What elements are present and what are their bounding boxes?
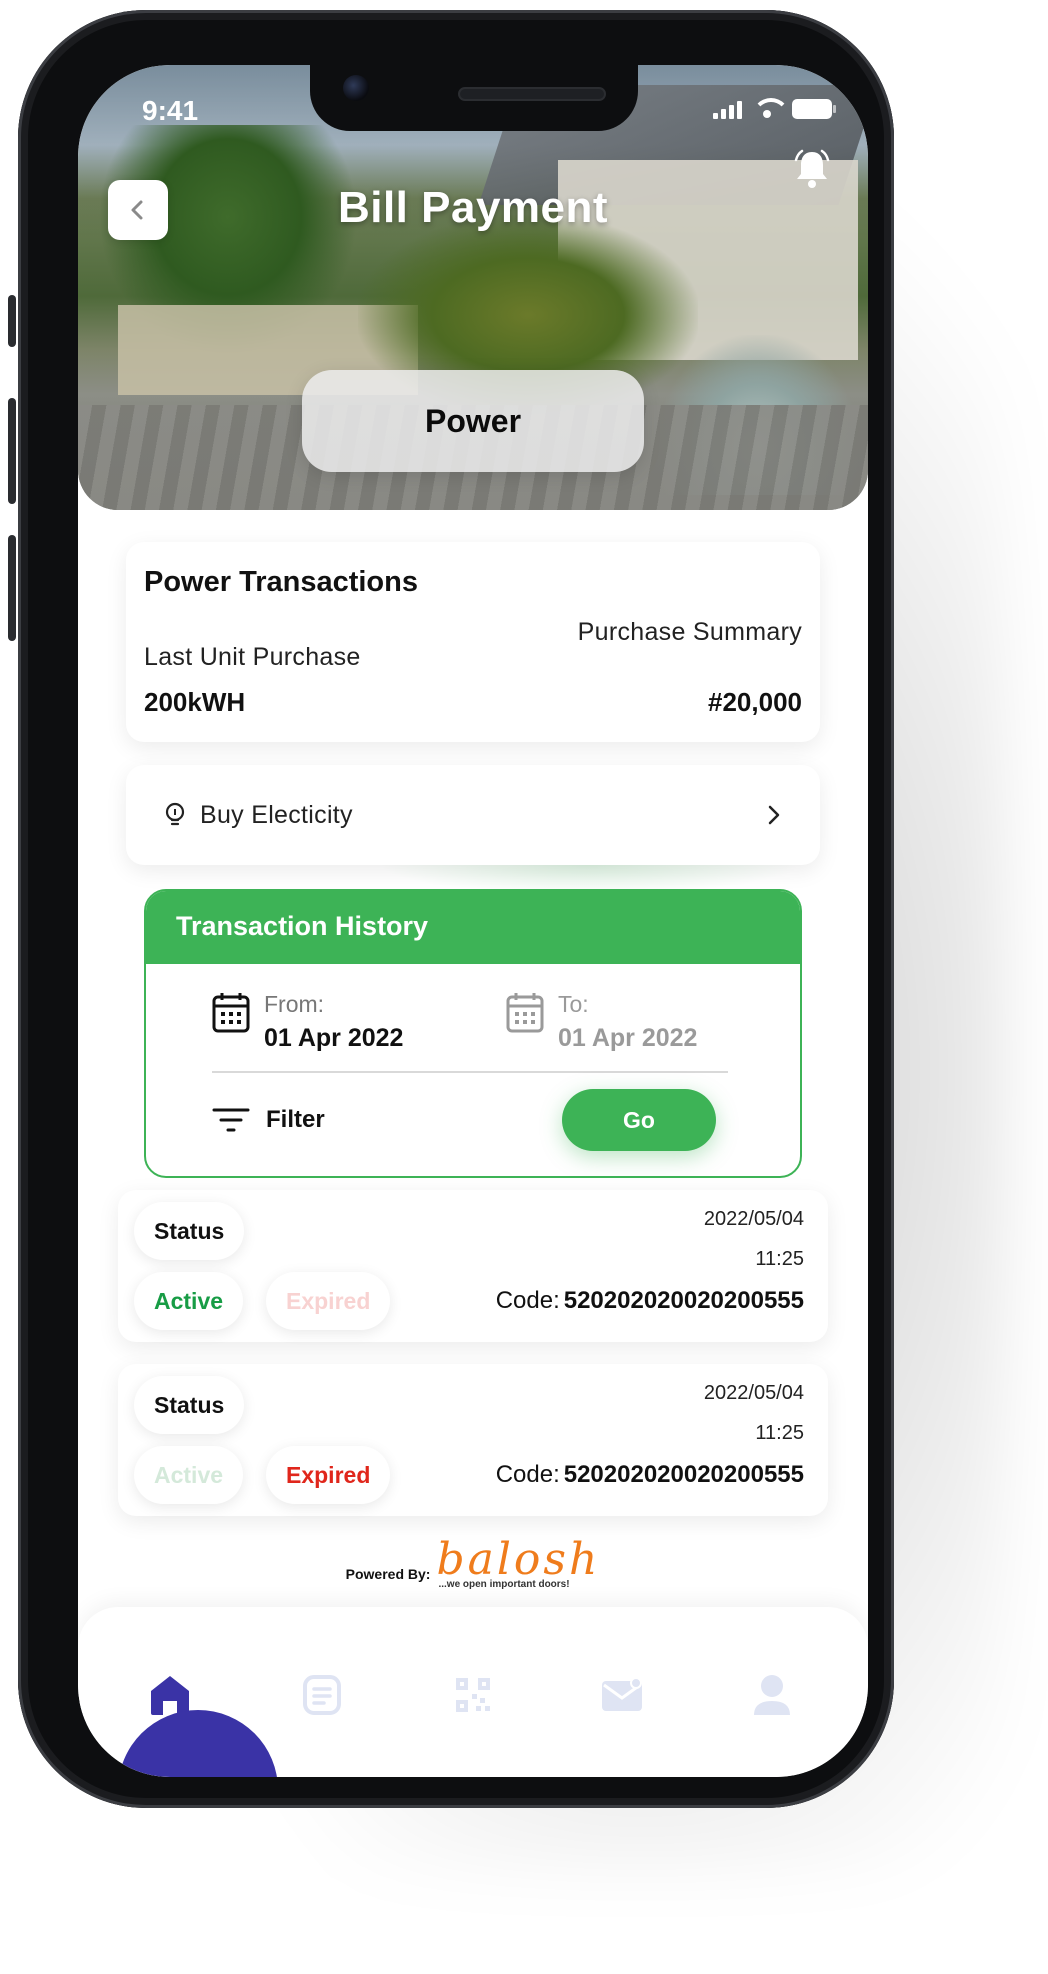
wifi-icon <box>752 98 790 120</box>
purchase-summary-label: Purchase Summary <box>577 618 802 646</box>
to-value: 01 Apr 2022 <box>558 1024 698 1052</box>
balosh-logo: balosh ...we open important doors! <box>436 1534 601 1591</box>
transaction-date: 2022/05/04 <box>703 1382 804 1404</box>
document-icon <box>303 1675 341 1715</box>
to-label: To: <box>558 991 589 1017</box>
code-value: 520202020020200555 <box>563 1461 804 1488</box>
power-transactions-card: Power Transactions Purchase Summary Last… <box>126 542 820 742</box>
buy-electricity-button[interactable]: Buy Electicity <box>126 765 820 865</box>
last-unit-label: Last Unit Purchase <box>144 643 361 671</box>
transaction-code: Code: 520202020020200555 <box>496 1461 804 1489</box>
calendar-icon <box>506 993 544 1033</box>
mute-switch <box>8 295 16 347</box>
nav-messages[interactable] <box>598 1671 646 1719</box>
earpiece-speaker <box>458 87 606 101</box>
signal-icon <box>713 99 742 119</box>
code-value: 520202020020200555 <box>563 1287 804 1314</box>
qr-code-icon <box>456 1678 490 1712</box>
transaction-time: 11:25 <box>755 1422 804 1444</box>
chevron-right-icon <box>768 805 780 825</box>
calendar-icon <box>212 993 250 1033</box>
volume-up-button <box>8 398 16 504</box>
transaction-code: Code: 520202020020200555 <box>496 1287 804 1315</box>
active-status-chip[interactable]: Active <box>134 1272 244 1330</box>
from-label: From: <box>264 991 325 1017</box>
tab-power[interactable]: Power <box>302 370 644 472</box>
transaction-row: Status Active Expired 2022/05/04 11:25 C… <box>118 1364 828 1516</box>
phone-frame: 9:41 Bill Payment Power Power Transactio… <box>18 10 894 1808</box>
last-unit-value: 200kWH <box>144 687 246 717</box>
volume-down-button <box>8 535 16 641</box>
to-date-picker[interactable]: To: 01 Apr 2022 <box>506 991 697 1053</box>
lightbulb-icon <box>165 802 185 826</box>
profile-icon <box>754 1675 790 1715</box>
mail-icon <box>602 1677 642 1711</box>
status-label: Status <box>134 1202 245 1260</box>
code-label: Code: <box>495 1287 560 1314</box>
divider <box>212 1071 728 1073</box>
transaction-history-title: Transaction History <box>146 891 800 964</box>
from-value: 01 Apr 2022 <box>264 1024 404 1052</box>
status-time: 9:41 <box>142 95 199 126</box>
active-status-chip[interactable]: Active <box>134 1446 244 1504</box>
transaction-row: Status Active Expired 2022/05/04 11:25 C… <box>118 1190 828 1342</box>
nav-scan[interactable] <box>449 1671 497 1719</box>
transaction-time: 11:25 <box>755 1248 804 1270</box>
nav-documents[interactable] <box>298 1671 346 1719</box>
filter-icon <box>212 1108 250 1132</box>
card-title: Power Transactions <box>144 566 418 598</box>
status-icons <box>713 98 836 120</box>
expired-status-chip[interactable]: Expired <box>266 1446 391 1504</box>
transaction-date: 2022/05/04 <box>703 1208 804 1230</box>
expired-status-chip[interactable]: Expired <box>266 1272 391 1330</box>
transaction-history-panel: Transaction History From: 01 Apr 2022 To… <box>144 889 802 1178</box>
filter-label: Filter <box>266 1106 325 1133</box>
page-title: Bill Payment <box>337 183 609 232</box>
front-camera <box>343 75 369 101</box>
go-button[interactable]: Go <box>562 1089 716 1151</box>
brand-tagline: ...we open important doors! <box>438 1579 570 1590</box>
filter-button[interactable]: Filter <box>212 1106 325 1134</box>
from-date-picker[interactable]: From: 01 Apr 2022 <box>212 991 403 1053</box>
powered-by: Powered By: balosh ...we open important … <box>78 1534 868 1591</box>
purchase-summary-value: #20,000 <box>708 687 802 717</box>
buy-electricity-label: Buy Electicity <box>200 800 353 829</box>
battery-icon <box>792 99 836 119</box>
screen: 9:41 Bill Payment Power Power Transactio… <box>78 65 868 1777</box>
brand-wordmark: balosh <box>436 1534 601 1585</box>
powered-by-label: Powered By: <box>345 1566 431 1582</box>
notification-bell-icon[interactable] <box>792 148 832 190</box>
status-label: Status <box>134 1376 245 1434</box>
nav-profile[interactable] <box>748 1671 796 1719</box>
code-label: Code: <box>495 1461 560 1488</box>
